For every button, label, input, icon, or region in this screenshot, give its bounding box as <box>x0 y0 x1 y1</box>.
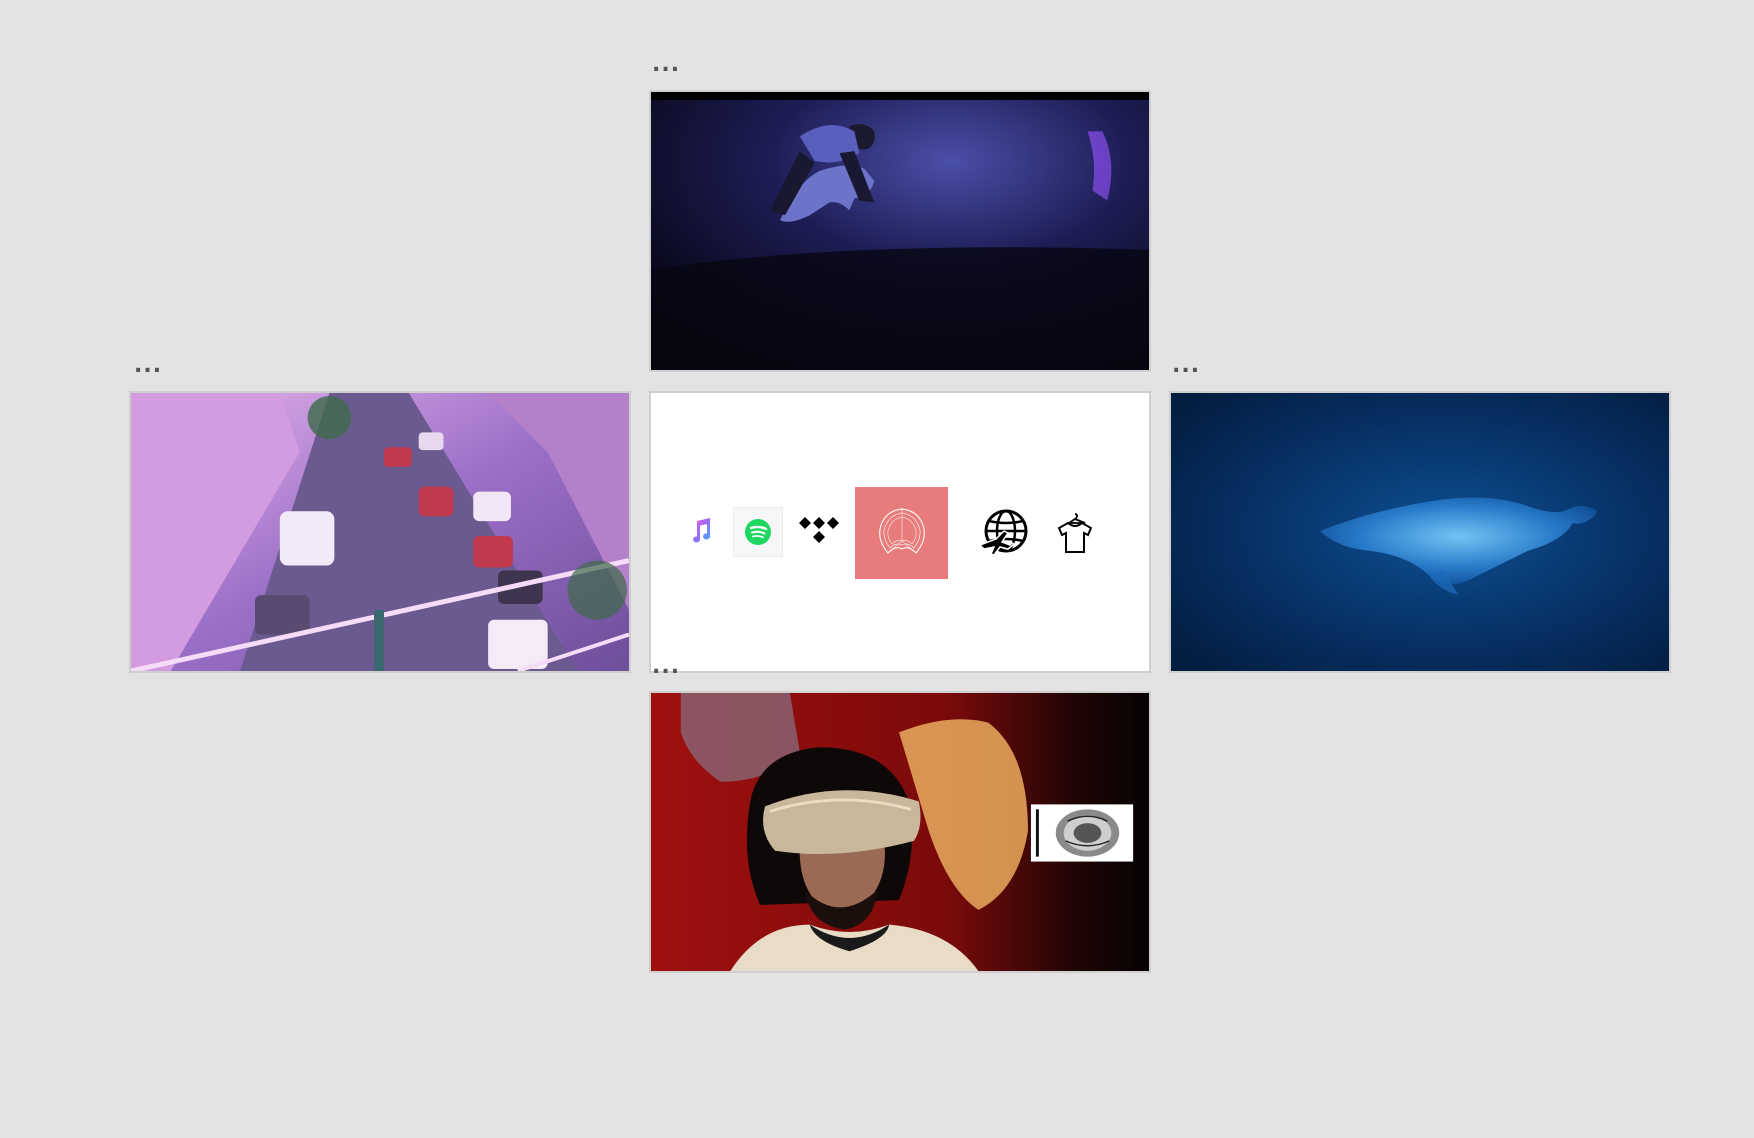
album-art <box>878 508 925 554</box>
spotify-icon <box>745 519 771 545</box>
tidal-link[interactable] <box>797 511 841 551</box>
video-tile-bottom[interactable] <box>649 691 1151 973</box>
left-tile-menu-button[interactable]: ... <box>134 355 162 377</box>
top-tile-menu-button[interactable]: ... <box>652 54 680 76</box>
right-tile-menu-button[interactable]: ... <box>1172 355 1200 377</box>
travel-globe-icon <box>978 509 1028 556</box>
page-canvas: ... ... ... ... <box>0 0 1754 1138</box>
video-thumbnail-city-street <box>131 393 629 671</box>
apple-music-link[interactable] <box>689 514 713 548</box>
album-artwork-link[interactable] <box>855 487 948 579</box>
video-thumbnail-underwater-whale <box>1171 393 1669 671</box>
tidal-icon <box>799 517 839 543</box>
spotify-link[interactable] <box>733 507 783 557</box>
center-tile-menu-button[interactable]: ... <box>652 656 680 678</box>
video-thumbnail-crawling-man <box>651 92 1149 370</box>
merch-link[interactable] <box>1053 511 1097 555</box>
apple-music-icon <box>693 518 711 543</box>
streaming-links-panel <box>649 391 1151 673</box>
merch-shirt-icon <box>1057 513 1093 553</box>
links-row <box>651 393 1149 671</box>
tour-link[interactable] <box>977 509 1031 559</box>
video-tile-left[interactable] <box>129 391 631 673</box>
video-thumbnail-vr-headset <box>651 693 1149 971</box>
video-tile-top[interactable] <box>649 90 1151 372</box>
video-tile-right[interactable] <box>1169 391 1671 673</box>
